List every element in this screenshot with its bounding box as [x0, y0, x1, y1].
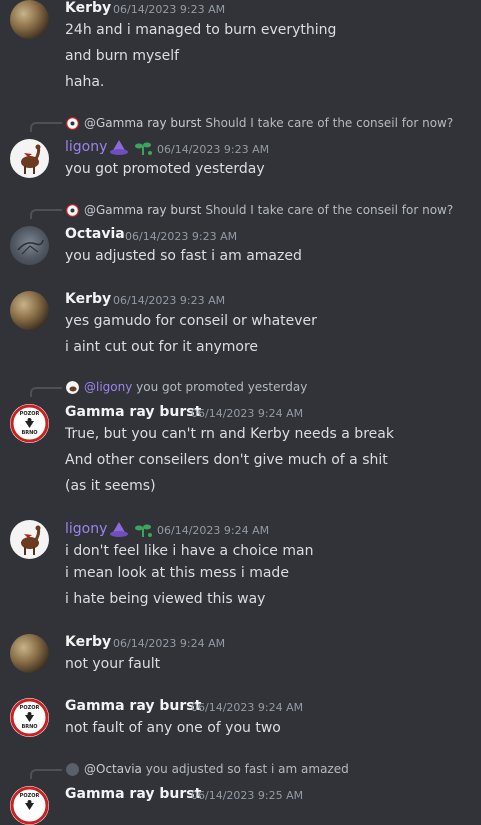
timestamp: 06/14/2023 9:23 AM [125, 230, 238, 243]
message-text: you adjusted so fast i am amazed [65, 248, 302, 264]
reply-preview[interactable]: @ligony you got promoted yesterday [66, 380, 308, 394]
gamma-mini-avatar [66, 117, 79, 130]
message-text: 24h and i managed to burn everything [65, 22, 337, 38]
author-name[interactable]: ligony [65, 139, 107, 155]
author-name[interactable]: Octavia [65, 226, 125, 242]
author-name[interactable]: Kerby [65, 291, 111, 307]
author-name[interactable]: Gamma ray burst [65, 698, 201, 714]
reply-text: you adjusted so fast i am amazed [145, 762, 349, 776]
avatar-label-bottom: BRNO [21, 724, 38, 730]
reply-spine [30, 122, 62, 132]
message-text: haha. [65, 74, 105, 90]
author-name[interactable]: Gamma ray burst [65, 786, 201, 802]
warning-sign-icon [10, 698, 49, 737]
timestamp: 06/14/2023 9:23 AM [157, 143, 270, 156]
reply-preview[interactable]: @Gamma ray burst Should I take care of t… [66, 203, 454, 217]
camel-icon [21, 144, 41, 174]
octavia-avatar[interactable] [10, 226, 49, 265]
timestamp: 06/14/2023 9:24 AM [191, 701, 304, 714]
message-text: (as it seems) [65, 478, 156, 494]
message-text: i aint cut out for it anymore [65, 339, 259, 355]
message-text: And other conseilers don't give much of … [65, 452, 388, 468]
ligony-avatar[interactable] [10, 139, 49, 178]
message-text: i don't feel like i have a choice man [65, 543, 314, 559]
ligony-avatar[interactable] [10, 520, 49, 559]
bird-sketch-icon [17, 239, 44, 255]
camel-icon [21, 525, 41, 555]
ligony-mini-avatar [66, 381, 79, 394]
kerby-avatar[interactable] [10, 0, 49, 39]
reply-spine [30, 209, 62, 219]
author-name[interactable]: Kerby [65, 634, 111, 650]
author-name[interactable]: Gamma ray burst [65, 404, 201, 420]
timestamp: 06/14/2023 9:23 AM [113, 3, 226, 16]
message-text: not your fault [65, 656, 161, 672]
reply-text: Should I take care of the conseil for no… [205, 116, 454, 130]
reply-author[interactable]: @ligony [84, 380, 132, 394]
gamma-ray-burst-avatar[interactable]: POZOR [10, 786, 49, 825]
reply-text: Should I take care of the conseil for no… [205, 203, 454, 217]
reply-author[interactable]: @Gamma ray burst [84, 116, 202, 130]
reply-author[interactable]: @Gamma ray burst [84, 203, 202, 217]
timestamp: 06/14/2023 9:23 AM [113, 294, 226, 307]
reply-preview[interactable]: @Gamma ray burst Should I take care of t… [66, 116, 454, 130]
avatar-label-top: POZOR [19, 793, 40, 799]
message-text: you got promoted yesterday [65, 161, 265, 177]
message-text: i mean look at this mess i made [65, 565, 289, 581]
message-text: True, but you can't rn and Kerby needs a… [65, 426, 394, 442]
timestamp: 06/14/2023 9:24 AM [157, 524, 270, 537]
warning-sign-icon [10, 404, 49, 443]
gamma-ray-burst-avatar[interactable]: POZOR BRNO [10, 404, 49, 443]
warning-sign-icon [10, 786, 49, 825]
gamma-ray-burst-avatar[interactable]: POZOR BRNO [10, 698, 49, 737]
timestamp: 06/14/2023 9:24 AM [191, 407, 304, 420]
avatar-label-bottom: BRNO [21, 430, 38, 436]
kerby-avatar[interactable] [10, 291, 49, 330]
avatar-label-top: POZOR [19, 705, 40, 711]
reply-preview[interactable]: @Octavia you adjusted so fast i am amaze… [66, 762, 349, 776]
timestamp: 06/14/2023 9:24 AM [113, 637, 226, 650]
avatar-label-top: POZOR [19, 411, 40, 417]
message-text: i hate being viewed this way [65, 591, 266, 607]
plant-emoji-icon [133, 520, 153, 542]
author-name[interactable]: ligony [65, 521, 107, 537]
timestamp: 06/14/2023 9:25 AM [191, 789, 304, 802]
octavia-mini-avatar [66, 763, 79, 776]
reply-spine [30, 387, 62, 397]
message-text: not fault of any one of you two [65, 720, 281, 736]
reply-spine [30, 769, 62, 779]
wizard-emoji-icon [109, 138, 129, 160]
wizard-emoji-icon [109, 520, 129, 542]
kerby-avatar[interactable] [10, 634, 49, 673]
plant-emoji-icon [133, 138, 153, 160]
message-text: yes gamudo for conseil or whatever [65, 313, 317, 329]
author-name[interactable]: Kerby [65, 0, 111, 16]
gamma-mini-avatar [66, 204, 79, 217]
chat-message-list[interactable]: Kerby 06/14/2023 9:23 AM 24h and i manag… [0, 0, 481, 825]
reply-text: you got promoted yesterday [136, 380, 308, 394]
reply-author[interactable]: @Octavia [84, 762, 142, 776]
message-text: and burn myself [65, 48, 180, 64]
